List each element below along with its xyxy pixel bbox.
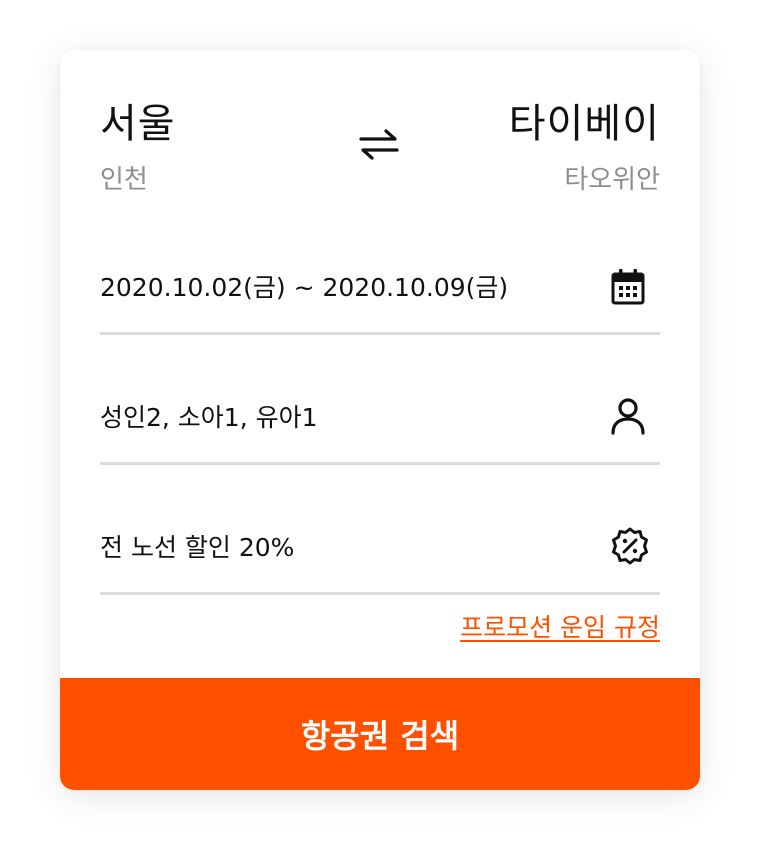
origin-airport[interactable]: 인천 [100,164,148,196]
calendar-icon [610,266,646,306]
passengers-field[interactable]: 성인2, 소아1, 유아1 [100,362,660,465]
swap-arrows-icon[interactable] [357,126,401,162]
promotion-rules-link[interactable]: 프로모션 운임 규정 [460,610,660,646]
discount-badge-icon [610,526,648,566]
flight-search-card: 서울 인천 타이베이 타오위안 2020.10.02(금) ~ 2020.10.… [60,50,700,790]
promotion-field[interactable]: 전 노선 할인 20% [100,492,660,595]
search-flights-button[interactable]: 항공권 검색 [60,678,700,790]
travel-dates-value: 2020.10.02(금) ~ 2020.10.09(금) [100,273,509,302]
destination-city[interactable]: 타이베이 [509,98,660,150]
promotion-value: 전 노선 할인 20% [100,533,295,562]
travel-dates-field[interactable]: 2020.10.02(금) ~ 2020.10.09(금) [100,232,660,335]
origin-city[interactable]: 서울 [100,98,176,150]
person-icon [610,396,646,436]
passengers-value: 성인2, 소아1, 유아1 [100,403,318,432]
destination-airport[interactable]: 타오위안 [564,164,660,196]
route-selector: 서울 인천 타이베이 타오위안 [100,98,660,208]
